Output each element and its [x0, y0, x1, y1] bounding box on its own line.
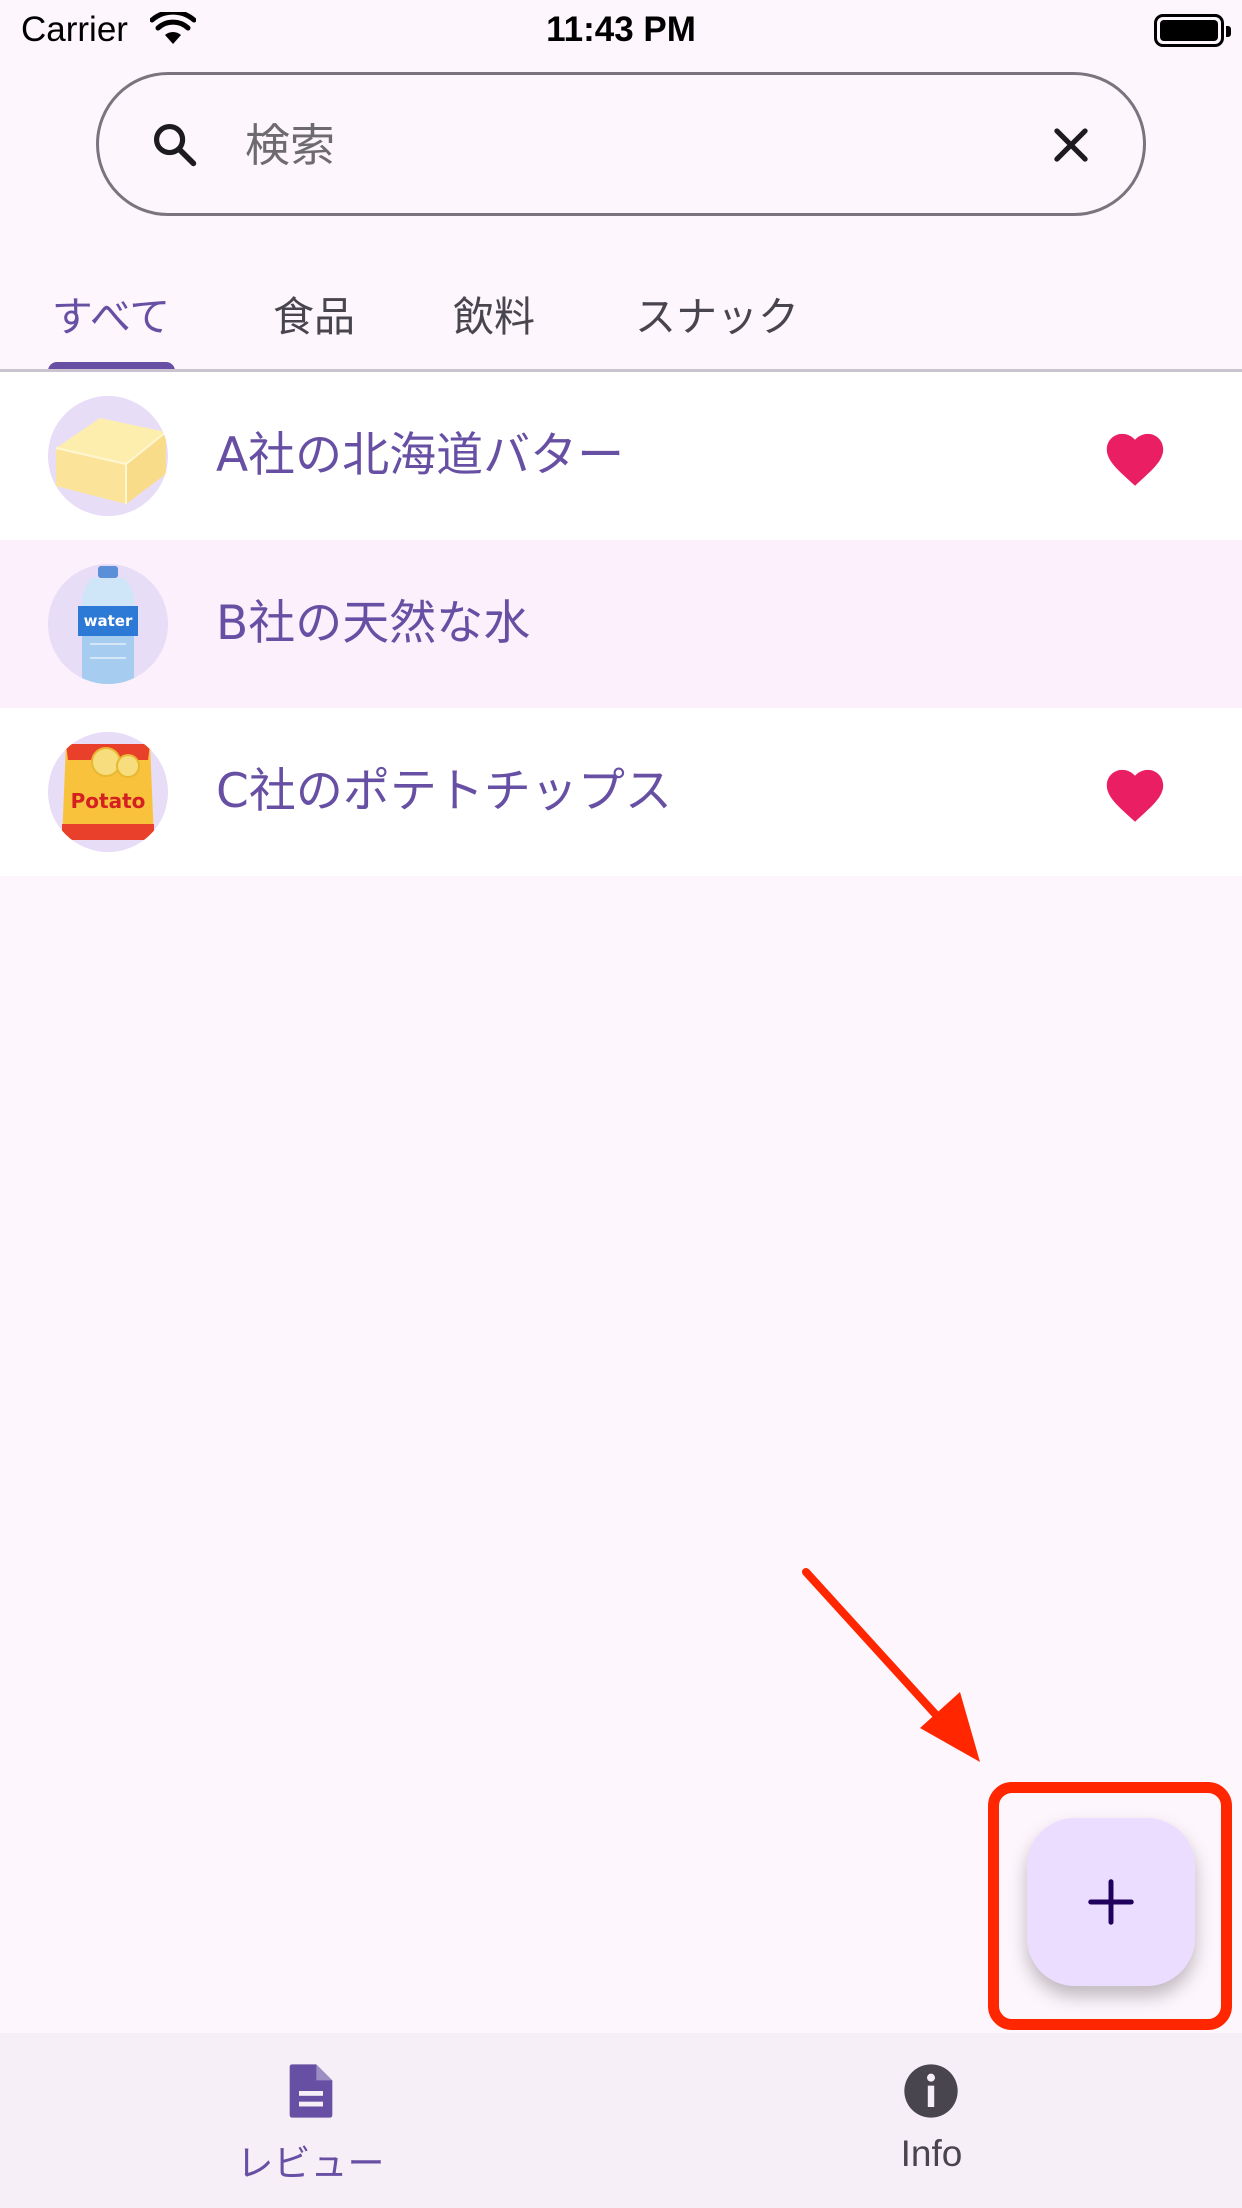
document-icon — [289, 2064, 333, 2118]
nav-item-info[interactable]: Info — [621, 2033, 1242, 2208]
svg-text:Potato: Potato — [71, 789, 146, 813]
product-list: A社の北海道バター water B社の天然な水 Potato C社のポテトチップ… — [0, 372, 1242, 876]
nav-item-review[interactable]: レビュー — [0, 2033, 621, 2208]
tab-all[interactable]: すべて — [36, 256, 186, 370]
water-bottle-image: water — [48, 564, 168, 684]
status-time: 11:43 PM — [546, 10, 696, 49]
bottom-navigation: レビュー Info — [0, 2033, 1242, 2208]
search-input[interactable] — [245, 105, 1005, 185]
search-bar[interactable] — [96, 72, 1146, 216]
close-icon[interactable] — [1045, 119, 1097, 171]
tab-snacks[interactable]: スナック — [622, 256, 812, 370]
product-name: A社の北海道バター — [216, 428, 625, 483]
list-item[interactable]: water B社の天然な水 — [0, 540, 1242, 708]
heart-icon[interactable] — [1100, 426, 1170, 488]
info-icon — [904, 2064, 958, 2118]
nav-label: Info — [900, 2133, 963, 2174]
annotation-arrow — [802, 1568, 980, 1762]
potato-chips-image: Potato — [48, 732, 168, 852]
add-button[interactable] — [1027, 1818, 1195, 1986]
heart-icon[interactable] — [1100, 762, 1170, 824]
category-tabs: すべて 食品 飲料 スナック — [0, 256, 1242, 371]
search-icon — [153, 123, 197, 167]
butter-image — [48, 396, 168, 516]
tab-food[interactable]: 食品 — [254, 256, 374, 370]
battery-icon — [1154, 14, 1231, 47]
svg-text:water: water — [84, 612, 133, 630]
product-name: B社の天然な水 — [216, 596, 531, 651]
nav-label: レビュー — [236, 2142, 385, 2185]
status-bar: Carrier 11:43 PM — [0, 0, 1242, 62]
list-item[interactable]: Potato C社のポテトチップス — [0, 708, 1242, 876]
tab-drinks[interactable]: 飲料 — [434, 256, 554, 370]
list-item[interactable]: A社の北海道バター — [0, 372, 1242, 540]
product-name: C社のポテトチップス — [216, 764, 672, 819]
plus-icon — [1088, 1879, 1134, 1925]
